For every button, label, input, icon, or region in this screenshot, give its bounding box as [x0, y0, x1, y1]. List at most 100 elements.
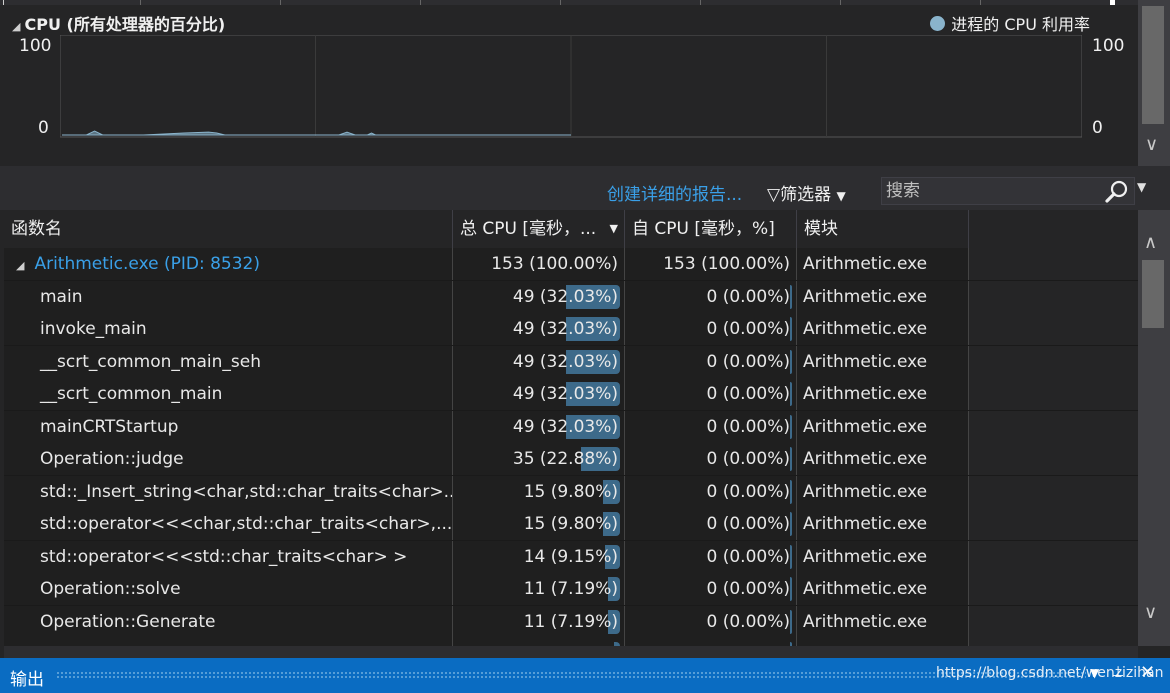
self-cpu-cell: 0 (0.00%) — [625, 573, 797, 605]
root-module-cell: Arithmetic.exe — [797, 248, 969, 280]
search-input[interactable] — [886, 180, 1096, 202]
total-cpu-cell: 35 (22.88%) — [453, 443, 625, 475]
function-name-cell[interactable]: std::_Insert_string<char,std::char_trait… — [4, 475, 453, 508]
function-name-cell[interactable]: invoke_main — [4, 313, 453, 345]
y-axis-max-right: 100 — [1092, 36, 1125, 56]
table-row[interactable]: mainCRTStartup 49 (32.03%) 0 (0.00%) Arithm… — [4, 410, 1138, 443]
function-name-cell[interactable]: main — [4, 280, 453, 313]
total-cpu-cell: 14 (9.15%) — [453, 540, 625, 573]
row-filler — [969, 638, 1138, 646]
table-row[interactable]: __scrt_common_main_seh 49 (32.03%) 0 (0.00… — [4, 345, 1138, 378]
function-name-cell[interactable] — [4, 638, 453, 646]
function-name-cell[interactable]: std::operator<<<char,std::char_traits<ch… — [4, 508, 453, 540]
close-icon[interactable]: ✕ — [1140, 662, 1155, 683]
function-name: mainCRTStartup — [40, 416, 179, 437]
cpu-usage-chart[interactable] — [60, 35, 1082, 139]
row-filler — [969, 345, 1138, 378]
table-scrollbar[interactable]: ∧ ∨ — [1138, 210, 1170, 646]
table-row[interactable]: __scrt_common_main 49 (32.03%) 0 (0.00%) Ar… — [4, 378, 1138, 411]
function-name-cell[interactable]: __scrt_common_main_seh — [4, 345, 453, 378]
table-row[interactable]: std::operator<<<std::char_traits<char> >… — [4, 540, 1138, 573]
self-cpu-bar — [790, 544, 792, 569]
root-self-cpu-cell: 153 (100.00%) — [625, 248, 797, 280]
module: Arithmetic.exe — [803, 416, 928, 437]
module: Arithmetic.exe — [803, 449, 928, 469]
function-name-cell[interactable]: __scrt_common_main — [4, 378, 453, 410]
cpu-graph-title-text: CPU (所有处理器的百分比) — [24, 15, 226, 34]
self-cpu-bar — [790, 512, 792, 536]
cpu-graph-panel: ◢ CPU (所有处理器的百分比) 进程的 CPU 利用率 100 0 100 0 — [4, 5, 1138, 166]
module: Arithmetic.exe — [803, 351, 928, 372]
function-name-cell[interactable]: Operation::solve — [4, 573, 453, 605]
graph-scrollbar[interactable]: ∨ — [1138, 0, 1170, 166]
scroll-up-icon[interactable]: ∧ — [1144, 232, 1157, 253]
self-cpu-bar — [790, 479, 792, 504]
search-icon[interactable] — [1104, 180, 1130, 204]
search-options-chevron-icon[interactable]: ▼ — [1137, 180, 1146, 194]
horizontal-scrollbar[interactable] — [4, 646, 1138, 658]
legend-label: 进程的 CPU 利用率 — [951, 15, 1090, 34]
output-panel-tab[interactable]: 输出 https://blog.csdn.net/wenzizihan ▼ ⊥ … — [0, 658, 1170, 693]
total-cpu-cell: 15 (9.80%) — [453, 508, 625, 540]
table-row[interactable]: Operation::Generate 11 (7.19%) 0 (0.00%) Ar… — [4, 605, 1138, 638]
row-filler — [969, 378, 1138, 410]
column-header-total-cpu[interactable]: 总 CPU [毫秒，... ▼ — [453, 210, 625, 248]
self-cpu: 0 (0.00%) — [706, 579, 791, 599]
function-name-cell[interactable]: std::operator<<<std::char_traits<char> > — [4, 540, 453, 573]
self-cpu-cell: 0 (0.00%) — [625, 345, 797, 378]
create-detailed-report-link[interactable]: 创建详细的报告... — [607, 180, 742, 205]
output-label[interactable]: 输出 — [10, 665, 44, 690]
cpu-legend: 进程的 CPU 利用率 — [930, 11, 1090, 35]
root-process-cell[interactable]: ◢ Arithmetic.exe (PID: 8532) — [4, 248, 453, 280]
collapse-triangle-icon[interactable]: ◢ — [12, 20, 20, 33]
total-cpu-cell: 49 (32.03%) — [453, 378, 625, 410]
function-name: main — [40, 286, 83, 307]
row-filler — [969, 508, 1138, 540]
row-filler — [969, 410, 1138, 443]
column-header-function-name[interactable]: 函数名 — [4, 210, 453, 248]
self-cpu: 0 (0.00%) — [706, 351, 791, 372]
cpu-graph-title[interactable]: ◢ CPU (所有处理器的百分比) — [12, 11, 225, 35]
module-cell — [797, 638, 969, 646]
table-row[interactable]: Operation::solve 11 (7.19%) 0 (0.00%) Arith… — [4, 573, 1138, 606]
table-row[interactable]: std::_Insert_string<char,std::char_trait… — [4, 475, 1138, 508]
sort-descending-icon: ▼ — [609, 222, 618, 235]
table-row-root[interactable]: ◢ Arithmetic.exe (PID: 8532) 153 (100.00%… — [4, 248, 1138, 281]
scroll-down-icon[interactable]: ∨ — [1145, 134, 1158, 155]
pin-icon[interactable]: ⊥ — [1112, 664, 1124, 680]
graph-scrollbar-thumb[interactable] — [1142, 6, 1164, 124]
module-cell: Arithmetic.exe — [797, 280, 969, 313]
output-drag-grip[interactable] — [56, 671, 1086, 679]
row-filler — [969, 248, 1138, 280]
table-row[interactable]: invoke_main 49 (32.03%) 0 (0.00%) Arithmeti… — [4, 313, 1138, 346]
table-row[interactable] — [4, 638, 1138, 646]
search-box[interactable] — [881, 177, 1135, 205]
function-name: Operation::judge — [40, 449, 184, 469]
function-name-cell[interactable]: Operation::judge — [4, 443, 453, 475]
total-cpu-cell: 49 (32.03%) — [453, 280, 625, 313]
self-cpu: 0 (0.00%) — [706, 319, 791, 339]
root-module: Arithmetic.exe — [803, 254, 928, 274]
table-row[interactable]: main 49 (32.03%) 0 (0.00%) Arithmetic.exe — [4, 280, 1138, 313]
self-cpu-cell: 0 (0.00%) — [625, 475, 797, 508]
total-cpu-cell: 49 (32.03%) — [453, 410, 625, 443]
module-cell: Arithmetic.exe — [797, 313, 969, 345]
total-cpu-cell — [453, 638, 625, 646]
table-row[interactable]: Operation::judge 35 (22.88%) 0 (0.00%) Arit… — [4, 443, 1138, 476]
module-cell: Arithmetic.exe — [797, 573, 969, 605]
expand-triangle-icon[interactable]: ◢ — [16, 259, 24, 272]
scroll-down-icon[interactable]: ∨ — [1144, 602, 1157, 623]
self-cpu-cell: 0 (0.00%) — [625, 410, 797, 443]
function-name-cell[interactable]: Operation::Generate — [4, 605, 453, 638]
column-header-self-cpu[interactable]: 自 CPU [毫秒，%] — [625, 210, 797, 248]
filter-button[interactable]: ▽筛选器 ▼ — [767, 180, 846, 205]
column-header-empty — [969, 210, 1138, 248]
column-header-module[interactable]: 模块 — [797, 210, 969, 248]
module-cell: Arithmetic.exe — [797, 508, 969, 540]
self-cpu-bar — [790, 317, 792, 341]
window-options-chevron-icon[interactable]: ▼ — [1090, 666, 1099, 680]
table-row[interactable]: std::operator<<<char,std::char_traits<ch… — [4, 508, 1138, 541]
table-scrollbar-thumb[interactable] — [1142, 260, 1164, 328]
function-name-cell[interactable]: mainCRTStartup — [4, 410, 453, 443]
watermark-text: https://blog.csdn.net/wenzizihan — [936, 665, 1164, 681]
